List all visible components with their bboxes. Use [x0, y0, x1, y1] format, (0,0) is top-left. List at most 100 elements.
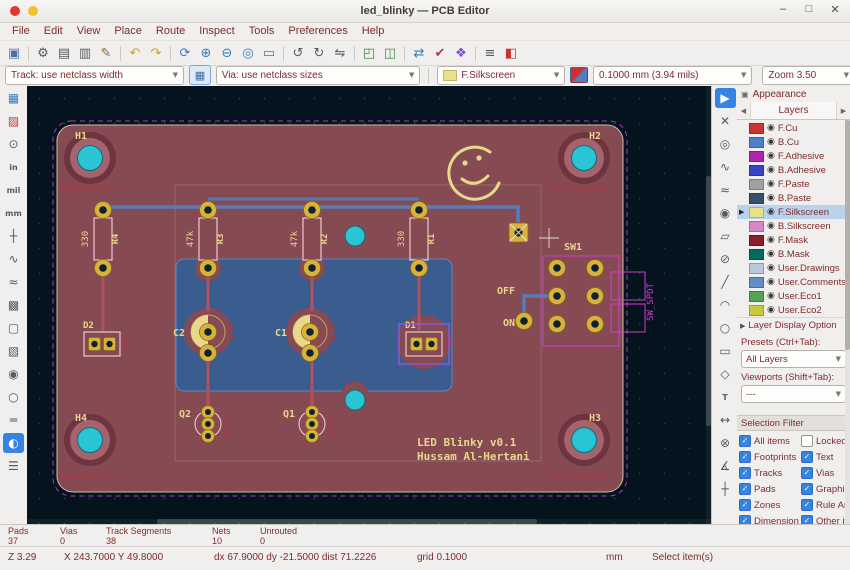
refresh-button[interactable]: ⟳ — [175, 43, 195, 63]
tabs-scroll-left-icon[interactable]: ◀ — [737, 102, 750, 119]
draw-polygon-tool-button[interactable]: ◇ — [715, 364, 736, 384]
layer-color-swatch[interactable] — [749, 235, 764, 246]
mounting-hole-h4[interactable] — [64, 414, 116, 466]
power-pad[interactable] — [509, 223, 528, 242]
layer-visibility-eye-icon[interactable]: ◉ — [767, 194, 775, 203]
save-button[interactable]: ▣ — [4, 43, 24, 63]
add-dimension-tool-button[interactable]: ↔ — [715, 410, 736, 430]
pads-outline-mode-button[interactable]: ◉ — [3, 364, 24, 384]
tracks-outline-mode-button[interactable]: ═ — [3, 410, 24, 430]
draw-rectangle-tool-button[interactable]: ▭ — [715, 341, 736, 361]
close-button[interactable]: ✕ — [828, 3, 842, 16]
zoom-out-button[interactable]: ⊖ — [217, 43, 237, 63]
layer-visibility-eye-icon[interactable]: ◉ — [767, 152, 775, 161]
zoom-dropdown[interactable]: Zoom 3.50 ▼ — [762, 66, 850, 85]
rotate-ccw-button[interactable]: ↺ — [288, 43, 308, 63]
add-zone-tool-button[interactable]: ▱ — [715, 226, 736, 246]
route-diff-pairs-tool-button[interactable]: ≈ — [715, 180, 736, 200]
layer-visibility-eye-icon[interactable]: ◉ — [767, 278, 775, 287]
filter-vias[interactable]: ✓Vias — [801, 467, 848, 479]
update-pcb-from-schematic-button[interactable]: ⇄ — [409, 43, 429, 63]
ratsnest-visibility-button[interactable]: ∿ — [3, 249, 24, 269]
filter-text[interactable]: ✓Text — [801, 451, 848, 463]
rotate-cw-button[interactable]: ↻ — [309, 43, 329, 63]
layer-color-swatch[interactable] — [749, 291, 764, 302]
layer-row-user-comments[interactable]: ▶◉User.Comments — [737, 275, 850, 289]
layer-color-swatch[interactable] — [749, 207, 764, 218]
zoom-in-button[interactable]: ⊕ — [196, 43, 216, 63]
layer-row-f-cu[interactable]: ▶◉F.Cu — [737, 121, 850, 135]
filter-dimensions[interactable]: ✓Dimensions — [739, 515, 799, 524]
filter-locked-items[interactable]: Locked items — [801, 435, 848, 447]
auto-track-width-toggle[interactable]: ▦ — [189, 65, 211, 85]
layers-manager-toggle-button[interactable]: ☰ — [3, 456, 24, 476]
panel-scrollbar[interactable] — [845, 120, 850, 524]
mounting-hole-h2[interactable] — [558, 132, 610, 184]
tabs-scroll-right-icon[interactable]: ▶ — [837, 102, 850, 119]
layer-visibility-eye-icon[interactable]: ◉ — [767, 236, 775, 245]
layer-row-f-paste[interactable]: ▶◉F.Paste — [737, 177, 850, 191]
print-button[interactable]: ▥ — [75, 43, 95, 63]
undo-button[interactable]: ↶ — [125, 43, 145, 63]
delete-tool-button[interactable]: ⊗ — [715, 433, 736, 453]
layer-pair-button[interactable]: ◧ — [501, 43, 521, 63]
filter-other-items[interactable]: ✓Other items — [801, 515, 848, 524]
add-via-tool-button[interactable]: ◉ — [715, 203, 736, 223]
pcb-drawing[interactable]: H1 H2 H3 H4 MountingHole MountingHole Mo… — [27, 86, 711, 524]
menu-preferences[interactable]: Preferences — [282, 24, 353, 38]
layer-row-b-cu[interactable]: ▶◉B.Cu — [737, 135, 850, 149]
checkbox[interactable]: ✓ — [739, 515, 751, 524]
3d-viewer-button[interactable]: ❖ — [451, 43, 471, 63]
filter-pads[interactable]: ✓Pads — [739, 483, 799, 495]
layer-row-b-silkscreen[interactable]: ▶◉B.Silkscreen — [737, 219, 850, 233]
layer-visibility-eye-icon[interactable]: ◉ — [767, 180, 775, 189]
filter-tracks[interactable]: ✓Tracks — [739, 467, 799, 479]
filter-all-items[interactable]: ✓All items — [739, 435, 799, 447]
grid-origin-tool-button[interactable]: ┼ — [715, 479, 736, 499]
toggle-grid-button[interactable]: ▦ — [3, 88, 24, 108]
layer-color-swatch[interactable] — [749, 165, 764, 176]
mounting-hole-h1[interactable] — [64, 132, 116, 184]
layer-visibility-eye-icon[interactable]: ◉ — [767, 250, 775, 259]
checkbox[interactable]: ✓ — [801, 515, 813, 524]
draw-line-tool-button[interactable]: ╱ — [715, 272, 736, 292]
highlight-net-tool-button[interactable]: ◎ — [715, 134, 736, 154]
zone-fill-mode-button[interactable]: ▩ — [3, 295, 24, 315]
units-mm-button[interactable]: mm — [3, 203, 24, 223]
layer-visibility-eye-icon[interactable]: ◉ — [767, 208, 775, 217]
checkbox[interactable]: ✓ — [801, 451, 813, 463]
viewports-dropdown[interactable]: --- ▼ — [741, 385, 846, 403]
menu-help[interactable]: Help — [356, 24, 391, 38]
ratsnest-curved-button[interactable]: ≈ — [3, 272, 24, 292]
layer-row-f-silkscreen[interactable]: ▶◉F.Silkscreen — [737, 205, 850, 219]
zoom-selection-button[interactable]: ▭ — [259, 43, 279, 63]
filter-rule-areas[interactable]: ✓Rule Areas — [801, 499, 848, 511]
layer-row-b-mask[interactable]: ▶◉B.Mask — [737, 247, 850, 261]
checkbox[interactable]: ✓ — [739, 467, 751, 479]
layer-color-swatch[interactable] — [749, 305, 764, 316]
presets-dropdown[interactable]: All Layers ▼ — [741, 350, 846, 368]
layer-pair-icon[interactable] — [570, 67, 588, 83]
draw-circle-tool-button[interactable]: ○ — [715, 318, 736, 338]
checkbox[interactable]: ✓ — [801, 483, 813, 495]
checkbox[interactable]: ✓ — [739, 451, 751, 463]
menu-file[interactable]: File — [6, 24, 36, 38]
layer-visibility-eye-icon[interactable]: ◉ — [767, 306, 775, 315]
menu-tools[interactable]: Tools — [243, 24, 281, 38]
add-text-tool-button[interactable]: T — [715, 387, 736, 407]
layer-visibility-eye-icon[interactable]: ◉ — [767, 138, 775, 147]
layer-row-f-adhesive[interactable]: ▶◉F.Adhesive — [737, 149, 850, 163]
layer-visibility-eye-icon[interactable]: ◉ — [767, 292, 775, 301]
layer-row-user-eco2[interactable]: ▶◉User.Eco2 — [737, 303, 850, 317]
layer-color-swatch[interactable] — [749, 249, 764, 260]
filter-graphics[interactable]: ✓Graphics — [801, 483, 848, 495]
layer-visibility-eye-icon[interactable]: ◉ — [767, 222, 775, 231]
tab-layers[interactable]: Layers — [750, 102, 837, 119]
high-contrast-mode-button[interactable]: ◐ — [3, 433, 24, 453]
layer-row-b-paste[interactable]: ▶◉B.Paste — [737, 191, 850, 205]
filter-zones[interactable]: ✓Zones — [739, 499, 799, 511]
checkbox[interactable]: ✓ — [801, 467, 813, 479]
layer-color-swatch[interactable] — [749, 193, 764, 204]
measure-tool-button[interactable]: ∡ — [715, 456, 736, 476]
add-keepout-tool-button[interactable]: ⊘ — [715, 249, 736, 269]
